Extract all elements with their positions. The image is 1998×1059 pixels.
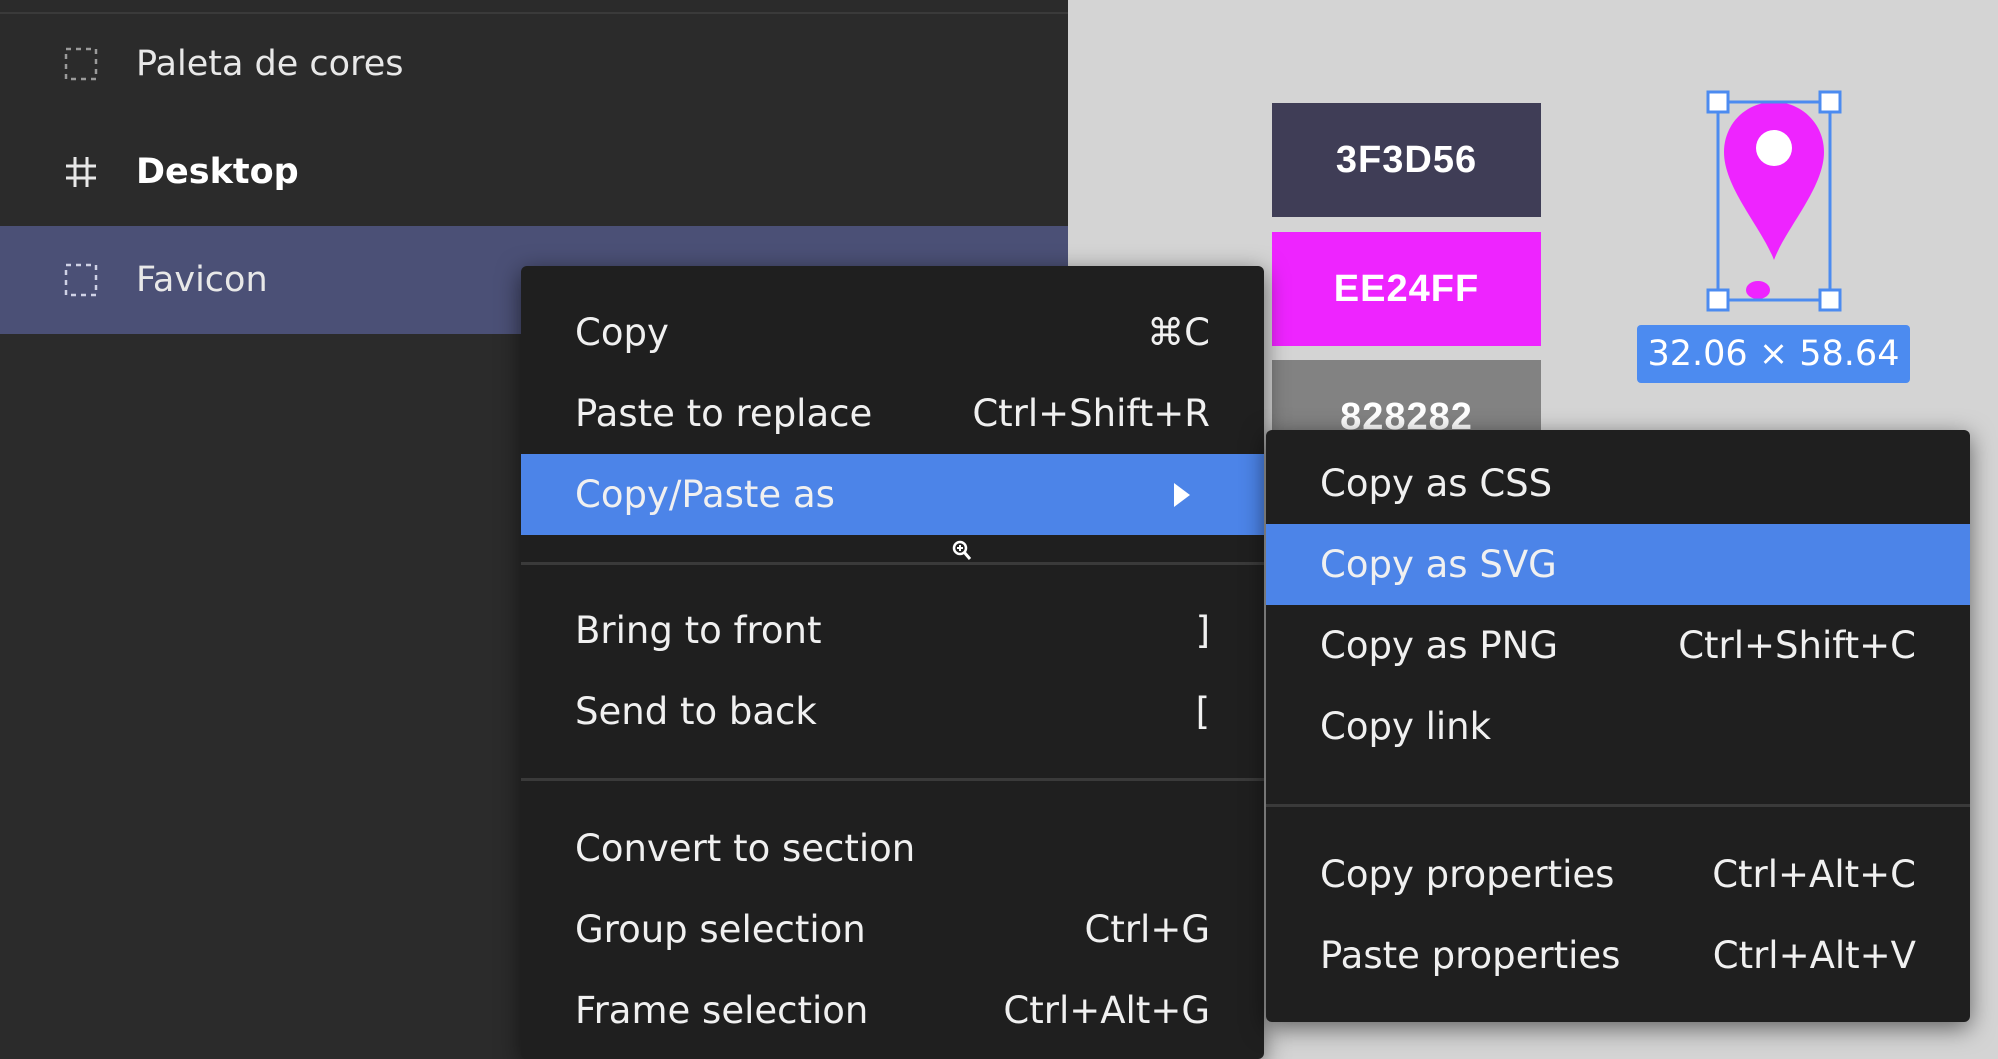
layer-item-paleta-de-cores[interactable]: Paleta de cores [0,10,1068,118]
swatch-label: 3F3D56 [1335,138,1478,181]
menu-item-shortcut: Ctrl+Alt+G [1003,989,1210,1032]
menu-separator [1266,804,1970,807]
menu-item-shortcut: Ctrl+Shift+C [1678,624,1916,667]
menu-item-group-selection[interactable]: Group selection Ctrl+G [521,889,1264,970]
menu-item-bring-to-front[interactable]: Bring to front ] [521,590,1264,671]
menu-item-label: Frame selection [575,989,869,1032]
menu-item-copy-properties[interactable]: Copy properties Ctrl+Alt+C [1266,834,1970,915]
menu-item-send-to-back[interactable]: Send to back [ [521,671,1264,752]
menu-item-paste-to-replace[interactable]: Paste to replace Ctrl+Shift+R [521,373,1264,454]
selected-favicon-element[interactable] [1702,90,1846,312]
frame-hash-icon [66,157,96,187]
menu-item-label: Copy/Paste as [575,473,835,516]
dashed-frame-icon [64,47,98,81]
menu-item-label: Copy as SVG [1320,543,1557,586]
menu-item-label: Copy [575,311,669,354]
menu-item-shortcut: ⌘C [1147,311,1210,354]
color-swatch[interactable]: EE24FF [1272,232,1541,346]
layer-label: Desktop [136,152,299,192]
menu-item-label: Paste properties [1320,934,1621,977]
color-swatch[interactable]: 3F3D56 [1272,103,1541,217]
layer-label: Favicon [136,260,268,300]
menu-item-label: Copy link [1320,705,1492,748]
menu-item-copy-as-svg[interactable]: Copy as SVG [1266,524,1970,605]
menu-item-shortcut: Ctrl+Alt+V [1712,934,1916,977]
menu-item-shortcut: Ctrl+G [1084,908,1210,951]
menu-separator [521,562,1264,565]
dimension-badge: 32.06 × 58.64 [1637,325,1910,383]
layer-label: Paleta de cores [136,44,404,84]
context-menu: Copy ⌘C Paste to replace Ctrl+Shift+R Co… [521,266,1264,1059]
dashed-frame-icon [64,263,98,297]
map-pin-icon [1706,90,1842,312]
menu-item-shortcut: Ctrl+Shift+R [972,392,1210,435]
menu-item-label: Group selection [575,908,866,951]
menu-item-shortcut: Ctrl+Alt+C [1712,853,1916,896]
menu-item-copy-as-css[interactable]: Copy as CSS [1266,443,1970,524]
menu-item-convert-to-section[interactable]: Convert to section [521,808,1264,889]
menu-item-label: Bring to front [575,609,822,652]
menu-item-label: Copy as PNG [1320,624,1558,667]
menu-item-copy[interactable]: Copy ⌘C [521,292,1264,373]
menu-item-shortcut: [ [1195,690,1210,733]
chevron-right-icon [1174,482,1190,507]
menu-separator [521,778,1264,781]
menu-item-shortcut: ] [1195,609,1210,652]
copy-paste-as-submenu: Copy as CSS Copy as SVG Copy as PNG Ctrl… [1266,430,1970,1022]
menu-item-copy-link[interactable]: Copy link [1266,686,1970,767]
swatch-label: EE24FF [1333,267,1480,310]
menu-item-copy-paste-as[interactable]: Copy/Paste as [521,454,1264,535]
menu-item-copy-as-png[interactable]: Copy as PNG Ctrl+Shift+C [1266,605,1970,686]
menu-item-label: Copy properties [1320,853,1615,896]
menu-item-label: Paste to replace [575,392,873,435]
menu-item-paste-properties[interactable]: Paste properties Ctrl+Alt+V [1266,915,1970,996]
layer-item-desktop[interactable]: Desktop [0,118,1068,226]
menu-item-label: Copy as CSS [1320,462,1553,505]
menu-item-label: Send to back [575,690,817,733]
crosshair-cursor-icon [952,540,972,560]
menu-item-label: Convert to section [575,827,916,870]
menu-item-frame-selection[interactable]: Frame selection Ctrl+Alt+G [521,970,1264,1051]
